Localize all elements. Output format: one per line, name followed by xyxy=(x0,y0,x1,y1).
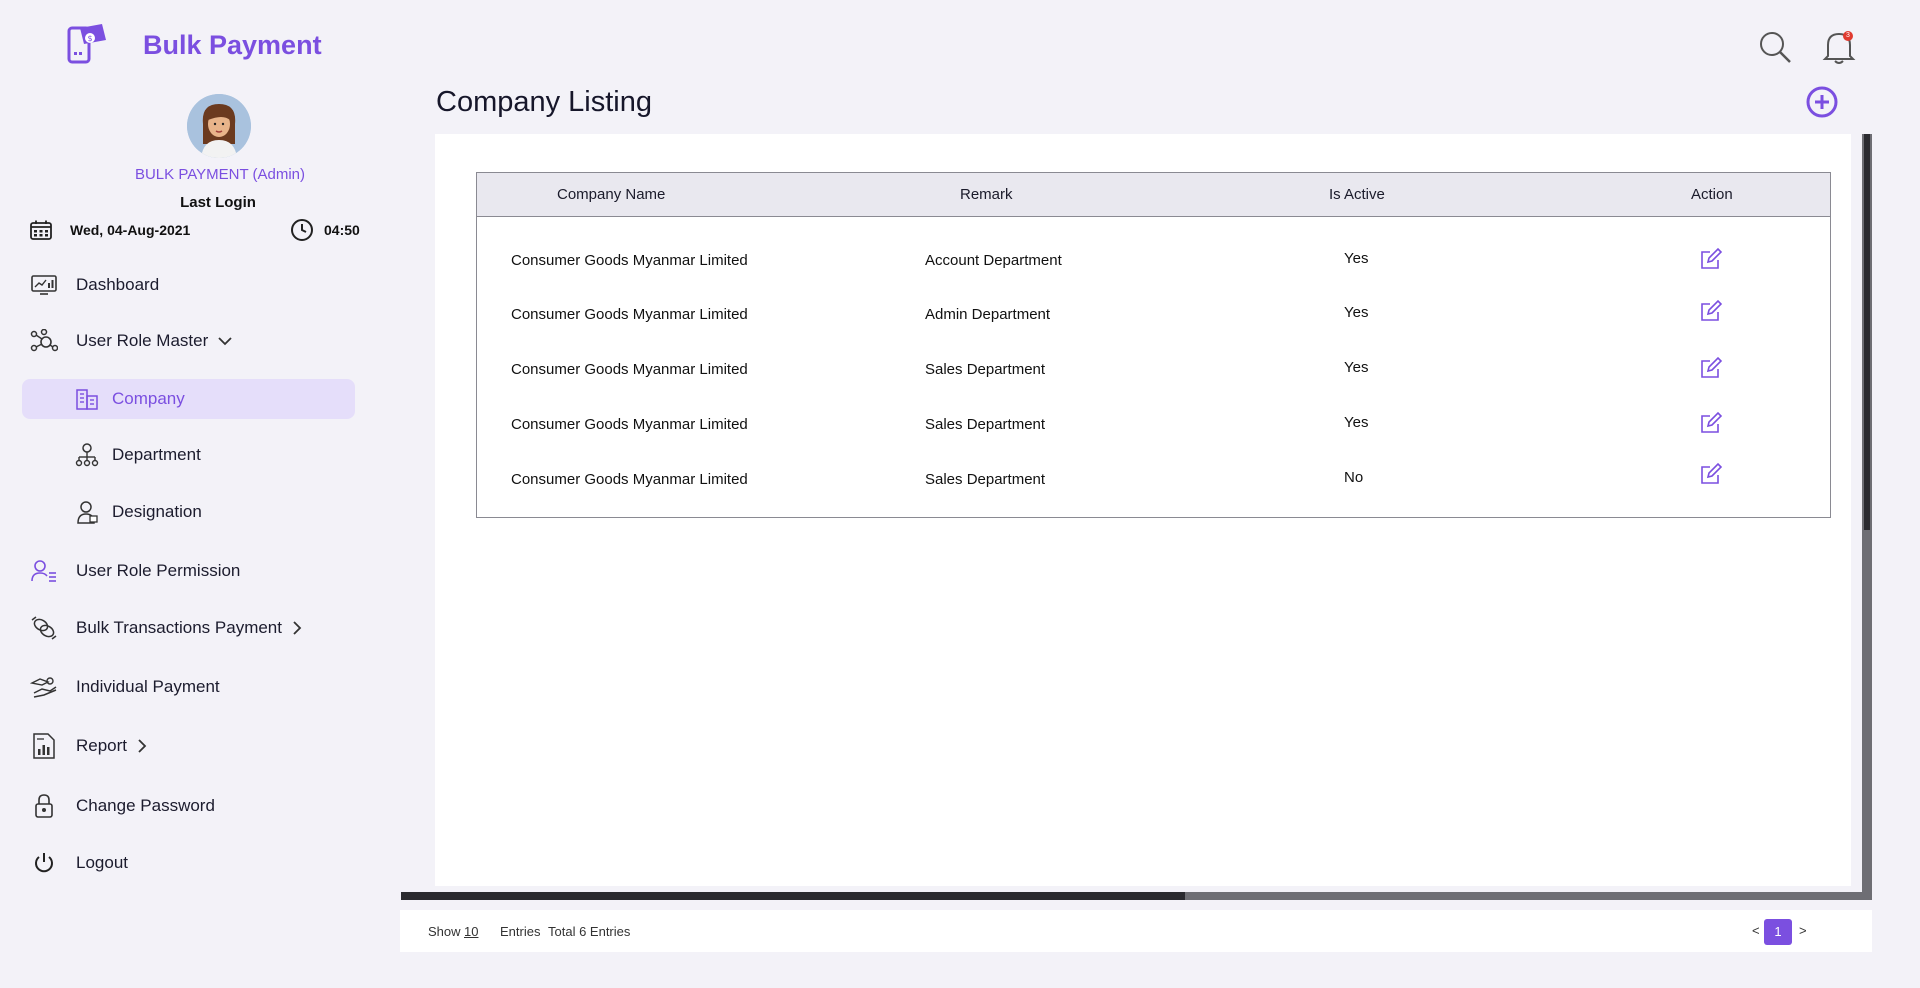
sidebar-item-logout[interactable]: Logout xyxy=(22,843,355,883)
sidebar-item-label: Change Password xyxy=(76,796,215,815)
sidebar-item-label: Department xyxy=(112,445,201,464)
cell-remark: Admin Department xyxy=(925,306,1051,323)
sidebar-item-report[interactable]: Report xyxy=(22,726,355,766)
sidebar-item-label: Bulk Transactions Payment xyxy=(76,618,282,637)
brand-logo: $ xyxy=(66,22,110,66)
sidebar-item-label: Individual Payment xyxy=(76,677,220,696)
table-row: Consumer Goods Myanmar Limited Sales Dep… xyxy=(477,350,1830,390)
power-icon xyxy=(22,852,66,874)
edit-icon[interactable] xyxy=(1699,356,1723,380)
chevron-right-icon[interactable] xyxy=(137,739,147,753)
entries-per-page-select[interactable]: 10 xyxy=(464,924,478,939)
cell-remark: Sales Department xyxy=(925,471,1046,488)
company-building-icon xyxy=(72,388,102,410)
user-role-label: BULK PAYMENT (Admin) xyxy=(134,166,306,183)
chevron-right-icon[interactable] xyxy=(292,621,302,635)
sidebar-item-change-password[interactable]: Change Password xyxy=(22,786,355,826)
sidebar-item-company[interactable]: Company xyxy=(22,379,355,419)
show-label: Show xyxy=(428,924,461,939)
individual-payment-icon xyxy=(22,675,66,699)
user-role-master-icon xyxy=(22,329,66,353)
edit-icon[interactable] xyxy=(1699,299,1723,323)
dashboard-icon xyxy=(22,275,66,295)
total-entries-label: Total 6 Entries xyxy=(548,924,631,939)
clock-icon xyxy=(291,219,313,241)
sidebar-item-label: User Role Permission xyxy=(76,561,241,580)
sidebar-item-user-role-permission[interactable]: User Role Permission xyxy=(22,551,355,591)
edit-icon[interactable] xyxy=(1699,462,1723,486)
bulk-transactions-icon xyxy=(22,616,66,640)
sidebar-item-user-role-master[interactable]: User Role Master xyxy=(22,321,355,361)
cell-is-active: No xyxy=(1344,469,1364,486)
add-company-button[interactable] xyxy=(1806,86,1838,118)
sidebar-item-dashboard[interactable]: Dashboard xyxy=(22,265,355,305)
designation-person-icon xyxy=(72,500,102,524)
sidebar: $ Bulk Payment BULK PAYMENT (Admin) Last… xyxy=(0,0,380,988)
last-login-time: 04:50 xyxy=(324,222,360,238)
user-permission-icon xyxy=(22,559,66,583)
department-hierarchy-icon xyxy=(72,443,102,467)
pagination-next-button[interactable]: > xyxy=(1799,923,1807,938)
cell-company-name: Consumer Goods Myanmar Limited xyxy=(511,471,748,488)
svg-text:$: $ xyxy=(88,34,93,43)
chevron-down-icon[interactable] xyxy=(218,336,232,346)
edit-icon[interactable] xyxy=(1699,411,1723,435)
cell-remark: Account Department xyxy=(925,252,1062,269)
avatar[interactable] xyxy=(187,94,251,158)
entries-label: Entries xyxy=(500,924,541,939)
column-header-remark[interactable]: Remark xyxy=(960,186,1013,203)
sidebar-item-label: User Role Master xyxy=(76,331,209,350)
sidebar-item-label: Dashboard xyxy=(76,275,160,294)
table-row: Consumer Goods Myanmar Limited Sales Dep… xyxy=(477,460,1830,500)
sidebar-item-individual-payment[interactable]: Individual Payment xyxy=(22,667,355,707)
cell-is-active: Yes xyxy=(1344,250,1369,267)
horizontal-scrollbar-thumb[interactable] xyxy=(401,892,1185,900)
edit-icon[interactable] xyxy=(1699,247,1723,271)
change-password-icon xyxy=(22,793,66,819)
cell-company-name: Consumer Goods Myanmar Limited xyxy=(511,252,748,269)
column-header-is-active[interactable]: Is Active xyxy=(1329,186,1385,203)
sidebar-item-label: Report xyxy=(76,736,128,755)
pagination-page-button[interactable]: 1 xyxy=(1764,919,1792,945)
last-login-row: Wed, 04-Aug-2021 04:50 xyxy=(28,218,368,242)
sidebar-item-bulk-transactions-payment[interactable]: Bulk Transactions Payment xyxy=(22,608,355,648)
table-header: Company Name Remark Is Active Action xyxy=(477,173,1830,217)
cell-is-active: Yes xyxy=(1344,304,1369,321)
cell-remark: Sales Department xyxy=(925,416,1046,433)
user-avatar-icon xyxy=(187,94,251,158)
app-title: Bulk Payment xyxy=(143,30,322,60)
company-table: Company Name Remark Is Active Action Con… xyxy=(476,172,1831,518)
last-login-label: Last Login xyxy=(180,194,256,211)
sidebar-item-label: Logout xyxy=(76,853,128,872)
cell-is-active: Yes xyxy=(1344,414,1369,431)
sidebar-item-label: Company xyxy=(112,389,185,408)
wallet-phone-icon: $ xyxy=(67,24,106,64)
vertical-scrollbar-thumb[interactable] xyxy=(1864,134,1870,530)
table-row: Consumer Goods Myanmar Limited Account D… xyxy=(477,241,1830,281)
table-row: Consumer Goods Myanmar Limited Admin Dep… xyxy=(477,295,1830,335)
report-icon xyxy=(22,733,66,759)
notification-badge: 3 xyxy=(1843,31,1853,41)
column-header-company-name[interactable]: Company Name xyxy=(557,186,665,203)
last-login-date: Wed, 04-Aug-2021 xyxy=(70,222,191,238)
table-row: Consumer Goods Myanmar Limited Sales Dep… xyxy=(477,405,1830,445)
calendar-icon xyxy=(30,220,52,240)
sidebar-item-label: Designation xyxy=(112,502,202,521)
cell-remark: Sales Department xyxy=(925,361,1046,378)
cell-company-name: Consumer Goods Myanmar Limited xyxy=(511,306,748,323)
search-icon[interactable] xyxy=(1758,30,1792,64)
sidebar-item-department[interactable]: Department xyxy=(22,435,355,475)
cell-company-name: Consumer Goods Myanmar Limited xyxy=(511,416,748,433)
table-footer: Show 10 Entries Total 6 Entries < 1 > xyxy=(400,910,1872,952)
pagination-prev-button[interactable]: < xyxy=(1752,923,1760,938)
sidebar-item-designation[interactable]: Designation xyxy=(22,492,355,532)
page-title: Company Listing xyxy=(436,86,652,118)
cell-is-active: Yes xyxy=(1344,359,1369,376)
column-header-action: Action xyxy=(1691,186,1733,203)
cell-company-name: Consumer Goods Myanmar Limited xyxy=(511,361,748,378)
